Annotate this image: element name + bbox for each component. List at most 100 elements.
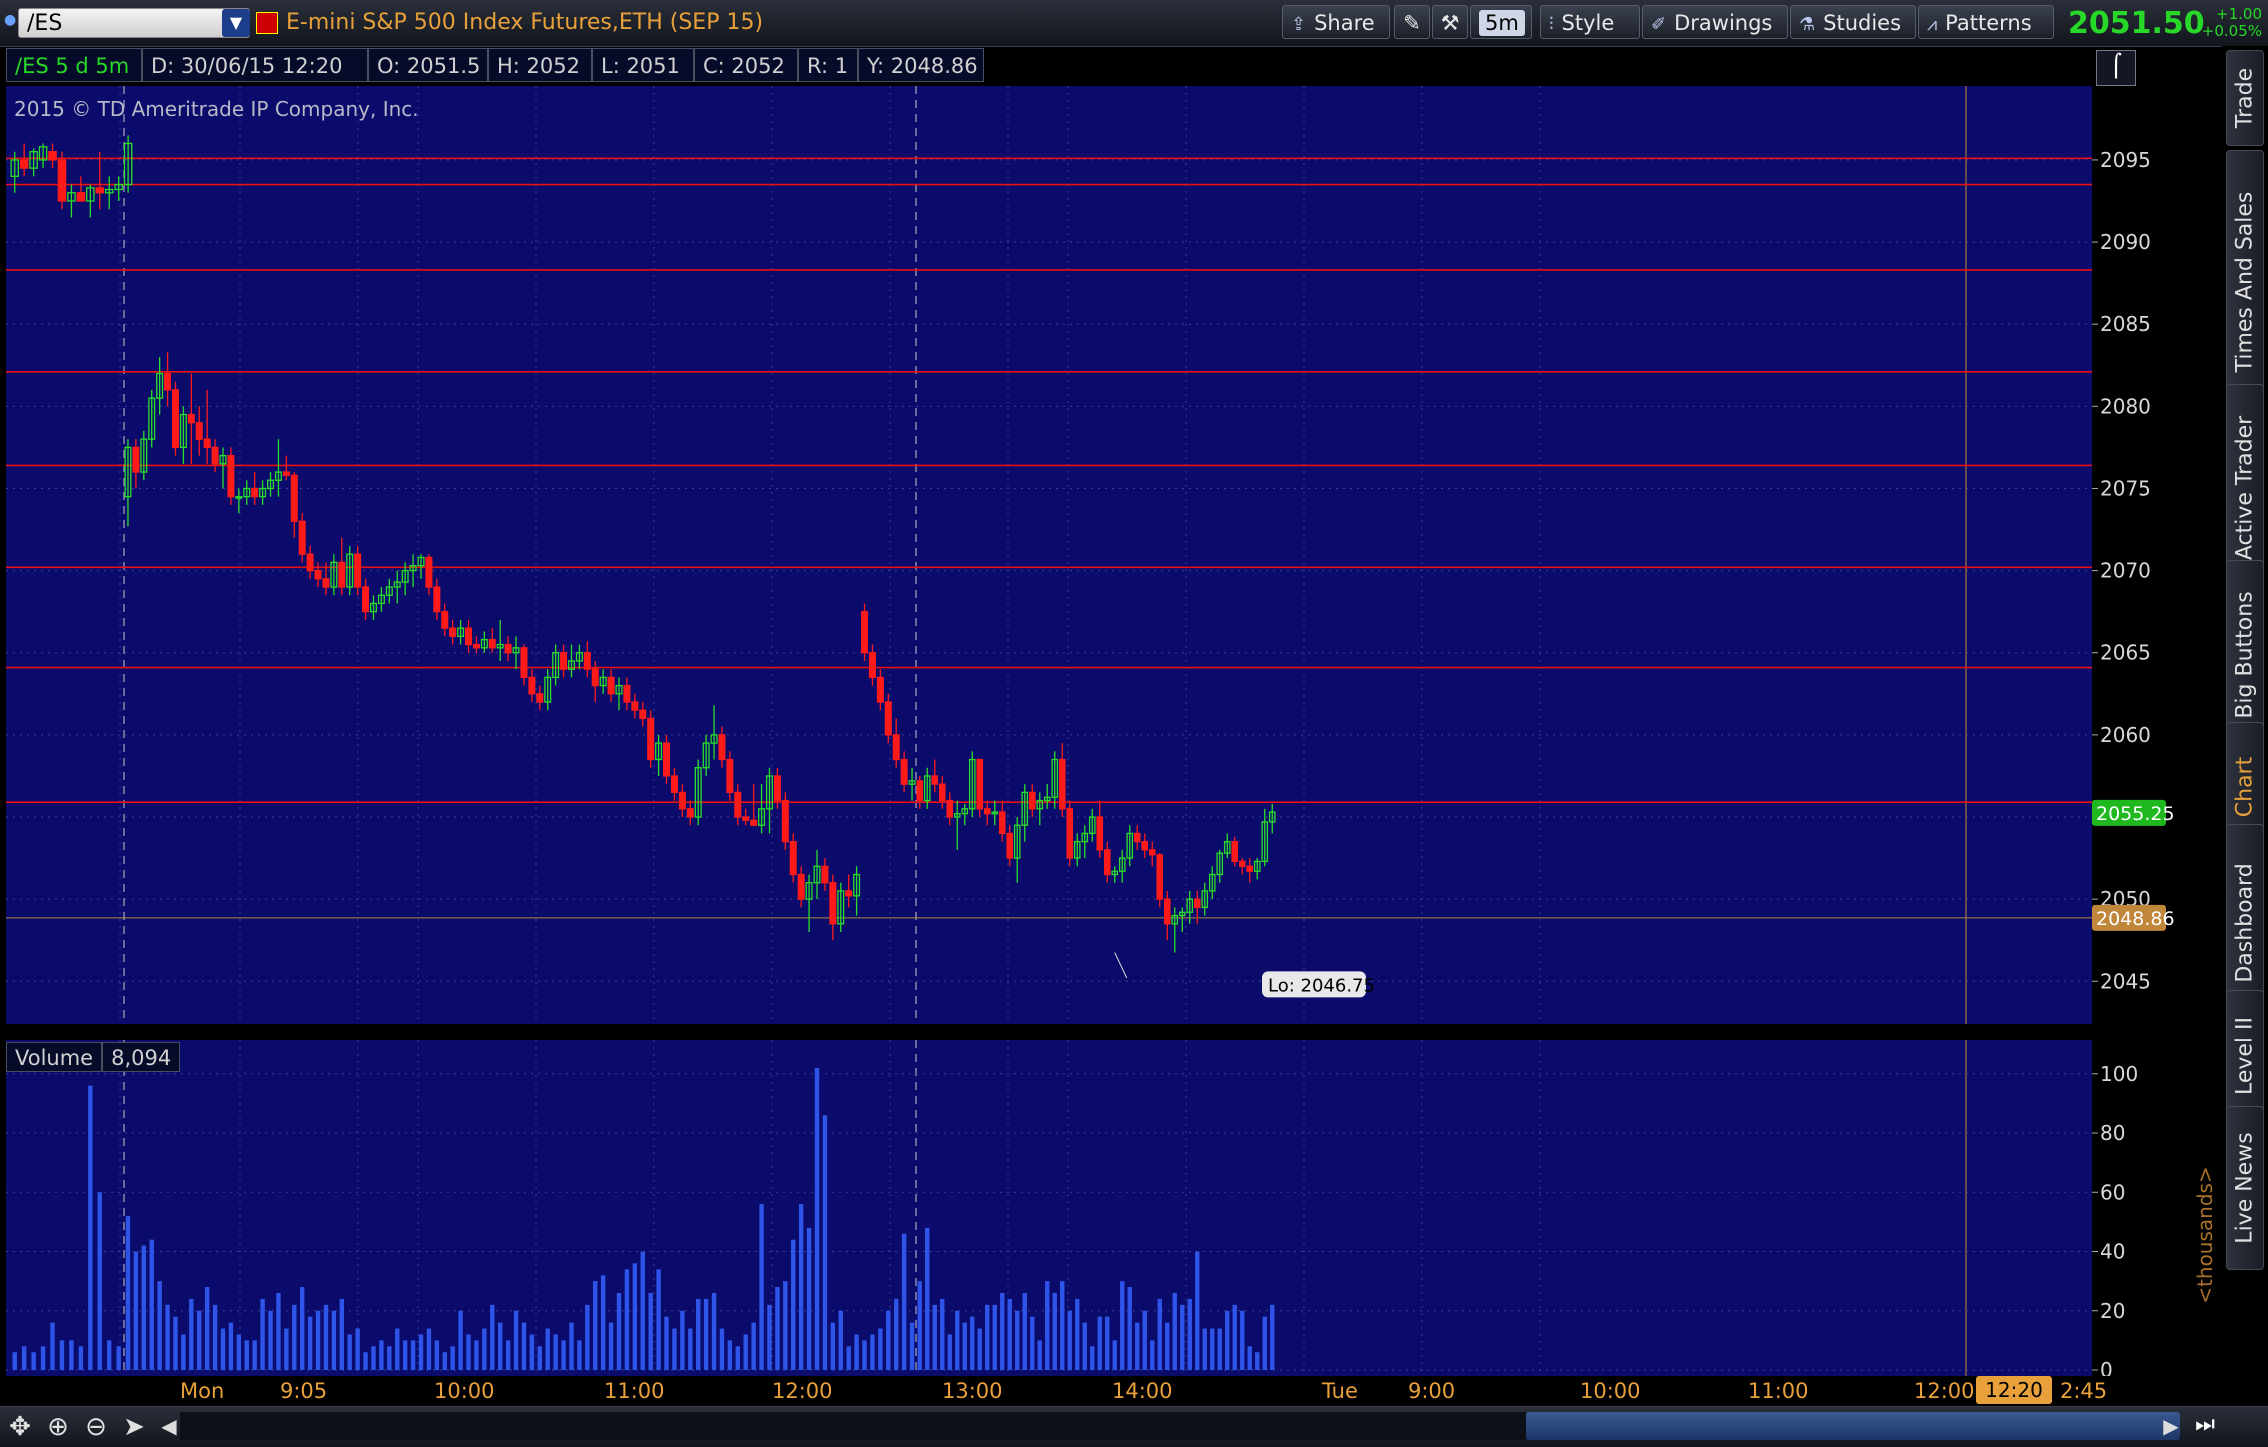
- tab-live-news[interactable]: Live News: [2226, 1106, 2264, 1270]
- volume-bar: [664, 1316, 669, 1370]
- candle-down: [1193, 898, 1201, 909]
- volume-bar: [870, 1334, 875, 1370]
- volume-bar: [656, 1269, 661, 1370]
- style-label: Style: [1561, 11, 1615, 35]
- candle-down: [95, 187, 105, 194]
- pattern-icon: ⩘: [1927, 14, 1938, 35]
- last-price: 2051.50: [2068, 6, 2205, 41]
- candle-down: [1156, 854, 1164, 900]
- volume-bar: [498, 1322, 503, 1370]
- candle-down: [560, 652, 568, 670]
- candle-down: [520, 647, 528, 679]
- price-levels: [6, 157, 2092, 919]
- drawing-tool-button[interactable]: ✎: [1394, 5, 1430, 39]
- cursor-price-label: 2048.86: [2096, 908, 2175, 930]
- style-button[interactable]: ⫶ Style: [1540, 5, 1640, 39]
- scroll-left-arrow[interactable]: ◀: [158, 1412, 180, 1440]
- volume-bar: [854, 1334, 859, 1370]
- volume-bar: [672, 1328, 677, 1370]
- candle-down: [678, 791, 686, 810]
- chart-style-icon[interactable]: ⌠: [2096, 50, 2136, 86]
- volume-bar: [204, 1287, 210, 1370]
- volume-bar: [1180, 1304, 1185, 1370]
- symbol-dropdown-button[interactable]: ▼: [222, 9, 250, 37]
- studies-button[interactable]: ⚗ Studies: [1790, 5, 1916, 39]
- volume-bar: [276, 1292, 281, 1370]
- candle-down: [362, 586, 370, 613]
- volume-bar: [323, 1304, 329, 1370]
- price-axis[interactable]: 2095209020852080207520702065206020552050…: [2092, 86, 2192, 1024]
- volume-axis[interactable]: 100 80 60 40 20 0: [2092, 1040, 2192, 1382]
- volume-bar: [197, 1310, 202, 1370]
- price-chart-panel[interactable]: Lo: 2046.75 2015 © TD Ameritrade IP Comp…: [6, 86, 2092, 1024]
- cursor-icon[interactable]: ➤: [118, 1411, 150, 1443]
- candle-down: [536, 693, 544, 703]
- drawings-button[interactable]: ✐ Drawings: [1642, 5, 1788, 39]
- tab-times-and-sales[interactable]: Times And Sales: [2226, 150, 2264, 414]
- volume-bar: [31, 1352, 36, 1370]
- volume-bar: [260, 1298, 265, 1370]
- volume-bar: [315, 1310, 321, 1370]
- volume-chart-svg: [6, 1040, 2092, 1376]
- candle-down: [171, 389, 179, 449]
- candle-down: [938, 783, 946, 802]
- candle-down: [773, 775, 781, 802]
- time-label: 9:05: [280, 1379, 328, 1403]
- zoom-out-icon[interactable]: ⊖: [80, 1411, 112, 1443]
- volume-bar: [1172, 1292, 1177, 1370]
- symbol-input[interactable]: /ES: [18, 8, 250, 38]
- pan-icon[interactable]: ✥: [4, 1411, 36, 1443]
- volume-bar: [775, 1287, 780, 1370]
- volume-bar: [624, 1269, 630, 1370]
- tab-trade[interactable]: Trade: [2226, 50, 2264, 146]
- volume-bar: [1082, 1322, 1087, 1370]
- price-tick-label: 2085: [2100, 312, 2151, 336]
- scroll-right-arrow[interactable]: ▶: [2160, 1412, 2182, 1440]
- share-button[interactable]: ⇪ Share: [1282, 5, 1390, 39]
- candle-icon: ⫶: [1549, 14, 1554, 35]
- volume-bar: [252, 1340, 257, 1370]
- volume-panel[interactable]: Volume 8,094: [6, 1040, 2092, 1376]
- link-dot-icon[interactable]: ●: [4, 12, 16, 28]
- interval-button[interactable]: 5m: [1470, 5, 1532, 39]
- candle-down: [647, 717, 655, 761]
- time-label: 12:00: [772, 1379, 833, 1403]
- volume-label[interactable]: Volume: [6, 1042, 103, 1072]
- time-axis[interactable]: Mon 9:05 10:00 11:00 12:00 13:00 14:00 T…: [0, 1376, 2222, 1406]
- price-tick-label: 2070: [2100, 559, 2151, 583]
- patterns-button[interactable]: ⩘ Patterns: [1918, 5, 2054, 39]
- volume-bar: [1142, 1310, 1147, 1370]
- scroll-track[interactable]: [180, 1412, 1526, 1440]
- candle-down: [211, 446, 219, 465]
- volume-units-label: <thousands>: [2190, 1150, 2220, 1320]
- candle-down: [449, 627, 457, 637]
- volume-bar: [212, 1304, 218, 1370]
- volume-bar: [379, 1340, 384, 1370]
- settings-button[interactable]: ⚒: [1432, 5, 1468, 39]
- volume-tick-label: 60: [2100, 1180, 2125, 1204]
- volume-bar: [962, 1322, 967, 1370]
- candle-down: [976, 758, 984, 810]
- panel-separator[interactable]: [6, 1028, 2092, 1038]
- volume-bar: [846, 1346, 851, 1370]
- cursor-y-value: Y: 2048.86: [858, 48, 984, 82]
- candle-down: [718, 734, 726, 761]
- scrollbar-thumb[interactable]: [1526, 1412, 2180, 1440]
- candle-down: [639, 709, 647, 720]
- candle-down: [884, 701, 892, 736]
- candle-down: [433, 586, 441, 613]
- volume-bar: [743, 1334, 748, 1370]
- tab-level-ii[interactable]: Level II: [2226, 990, 2264, 1122]
- candle-down: [900, 758, 908, 785]
- scroll-to-end-icon[interactable]: ⏭: [2190, 1410, 2220, 1440]
- volume-bar: [40, 1346, 46, 1370]
- volume-bar: [1000, 1292, 1005, 1370]
- study-label[interactable]: /ES 5 d 5m: [6, 48, 142, 82]
- candle-down: [726, 758, 734, 794]
- candle-down: [504, 643, 512, 654]
- candle-down: [1133, 832, 1141, 843]
- volume-bar: [189, 1298, 194, 1370]
- candle-down: [282, 471, 290, 476]
- zoom-in-icon[interactable]: ⊕: [42, 1411, 74, 1443]
- candle-down: [187, 413, 195, 424]
